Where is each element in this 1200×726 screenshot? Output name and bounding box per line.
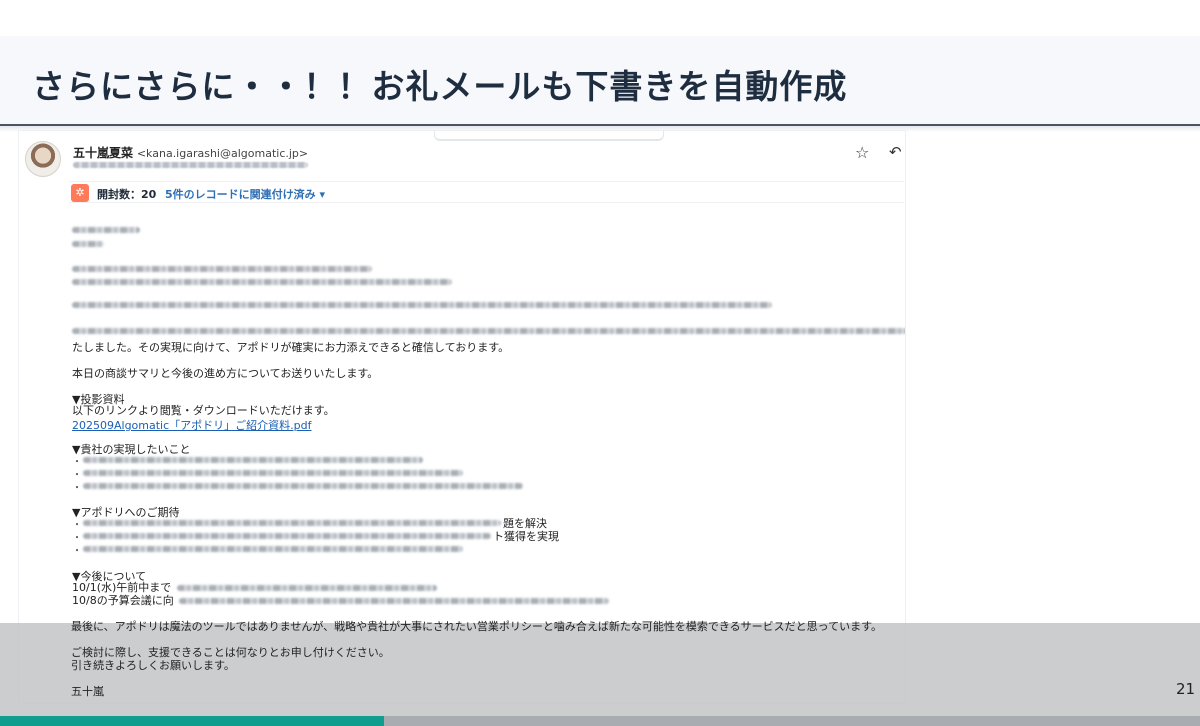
blurred-text (179, 598, 609, 604)
hubspot-tracking-bar: ✲ 開封数：20 5件のレコードに関連付け済み ▾ (69, 181, 904, 203)
blurred-text (83, 546, 463, 552)
section-heading: ▼貴社の実現したいこと (72, 443, 191, 456)
body-line: 以下のリンクより閲覧・ダウンロードいただけます。 (72, 404, 335, 417)
body-line: 10/8の予算会議に向 (72, 594, 174, 607)
body-line: 本日の商談サマリと今後の進め方についてお送りいたします。 (72, 367, 379, 380)
body-line: ト獲得を実現 (493, 530, 559, 543)
closing-line: 引き続きよろしくお願いします。 (71, 659, 235, 672)
reply-icon[interactable]: ↶ (889, 143, 902, 161)
page-number: 21 (1176, 680, 1196, 698)
blurred-text (72, 241, 104, 247)
sender-name: 五十嵐夏菜 (73, 146, 134, 160)
blurred-text (83, 483, 523, 489)
slide-title: さらにさらに・・！！お礼メールも下書きを自動作成 (32, 67, 848, 106)
blurred-text (83, 520, 501, 526)
body-line: 10/1(水)午前中まで (72, 581, 172, 594)
hubspot-sprocket-icon: ✲ (71, 184, 89, 202)
blurred-text (72, 266, 372, 272)
body-line: 題を解決 (503, 517, 547, 530)
blurred-text (72, 227, 140, 233)
body-line: たしました。その実現に向けて、アポドリが確実にお力添えできると確信しております。 (72, 341, 510, 354)
open-count: 開封数：20 (97, 188, 157, 201)
associated-records-link[interactable]: 5件のレコードに関連付け済み ▾ (165, 186, 325, 202)
slide-progress-bar (0, 716, 1200, 726)
recipient-line-blurred (73, 162, 308, 168)
top-band (0, 0, 1200, 36)
sender-line: 五十嵐夏菜 <kana.igarashi@algomatic.jp> (73, 144, 308, 161)
blurred-text (83, 457, 423, 463)
blurred-text (72, 279, 452, 285)
materials-pdf-link[interactable]: 202509Algomatic「アポドリ」ご紹介資料.pdf (72, 417, 312, 433)
closing-line: 最後に、アポドリは魔法のツールではありませんが、戦略や貴社が大事にされたい営業ポ… (71, 620, 883, 633)
bullet: ・ (72, 546, 82, 557)
blurred-text (177, 585, 437, 591)
slide-progress-fill (0, 716, 384, 726)
star-icon[interactable]: ☆ (855, 143, 869, 162)
blurred-text (72, 302, 772, 308)
window-tab-edge (434, 131, 664, 141)
avatar[interactable] (25, 141, 61, 177)
bullet: ・ (72, 483, 82, 494)
section-heading: ▼アポドリへのご期待 (72, 506, 180, 519)
blurred-text (72, 328, 905, 334)
blurred-text (83, 470, 463, 476)
sender-email: <kana.igarashi@algomatic.jp> (136, 147, 309, 160)
signature: 五十嵐 (71, 685, 104, 698)
blurred-text (83, 533, 491, 539)
